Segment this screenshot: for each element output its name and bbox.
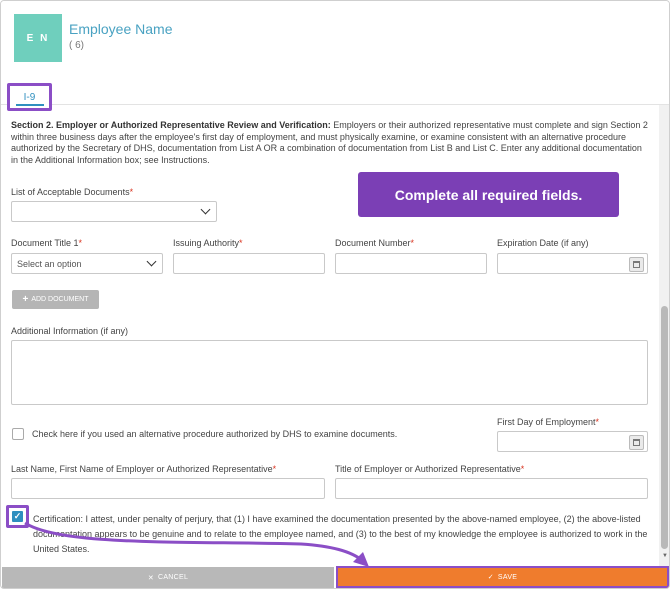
employee-header: E N Employee Name ( 6)	[1, 1, 669, 105]
doc-title-label: Document Title 1*	[11, 238, 83, 248]
first-day-input[interactable]	[497, 431, 648, 452]
plus-icon: +	[22, 294, 29, 305]
chevron-down-icon	[200, 204, 211, 215]
add-document-button[interactable]: + ADD DOCUMENT	[12, 290, 99, 309]
alt-procedure-checkbox[interactable]	[12, 428, 24, 440]
additional-info-textarea[interactable]	[11, 340, 648, 405]
expiration-date-input[interactable]	[497, 253, 648, 274]
checkmark-icon: ✓	[12, 511, 23, 522]
additional-info-label: Additional Information (if any)	[11, 326, 129, 336]
add-document-label: ADD DOCUMENT	[31, 296, 89, 303]
checkmark-icon: ✓	[487, 574, 494, 581]
issuing-authority-input[interactable]	[173, 253, 325, 274]
calendar-icon[interactable]	[629, 257, 644, 272]
scrollbar-thumb[interactable]	[661, 306, 668, 549]
alt-procedure-label: Check here if you used an alternative pr…	[32, 429, 398, 439]
section2-title: Section 2. Employer or Authorized Repres…	[11, 120, 331, 130]
employee-sub: ( 6)	[69, 40, 84, 51]
document-number-input[interactable]	[335, 253, 487, 274]
tab-active-indicator	[16, 104, 44, 106]
doc-title-placeholder: Select an option	[17, 259, 82, 269]
doc-title-select[interactable]: Select an option	[11, 253, 163, 274]
first-day-label: First Day of Employment*	[497, 417, 600, 427]
employer-title-label: Title of Employer or Authorized Represen…	[335, 464, 525, 474]
close-icon: ✕	[147, 574, 154, 582]
save-button[interactable]: ✓ SAVE	[336, 566, 669, 588]
section2-description: Section 2. Employer or Authorized Repres…	[11, 120, 651, 166]
list-of-docs-label: List of Acceptable Documents*	[11, 187, 134, 197]
cancel-label: CANCEL	[157, 574, 189, 581]
avatar: E N	[14, 14, 62, 62]
employee-name: Employee Name	[69, 21, 173, 37]
document-number-label: Document Number*	[335, 238, 415, 248]
employer-name-label: Last Name, First Name of Employer or Aut…	[11, 464, 277, 474]
expiration-date-label: Expiration Date (if any)	[497, 238, 589, 248]
required-fields-tooltip: Complete all required fields.	[358, 172, 619, 217]
employer-title-input[interactable]	[335, 478, 648, 499]
issuing-authority-label: Issuing Authority*	[173, 238, 243, 248]
chevron-down-icon	[146, 256, 157, 267]
employer-name-input[interactable]	[11, 478, 325, 499]
scroll-down-arrow-icon[interactable]: ▼	[662, 553, 668, 559]
save-label: SAVE	[497, 573, 518, 581]
calendar-icon[interactable]	[629, 435, 644, 450]
certification-text: Certification: I attest, under penalty o…	[33, 514, 648, 554]
certification-checkbox[interactable]: ✓	[6, 505, 29, 528]
tab-i9-label: I-9	[23, 91, 36, 103]
i9-form-window: E N Employee Name ( 6) I-9 Section 2. Em…	[0, 0, 670, 589]
list-of-docs-select[interactable]	[11, 201, 217, 222]
tab-i9[interactable]: I-9	[7, 83, 52, 111]
cancel-button[interactable]: ✕ CANCEL	[2, 567, 334, 588]
